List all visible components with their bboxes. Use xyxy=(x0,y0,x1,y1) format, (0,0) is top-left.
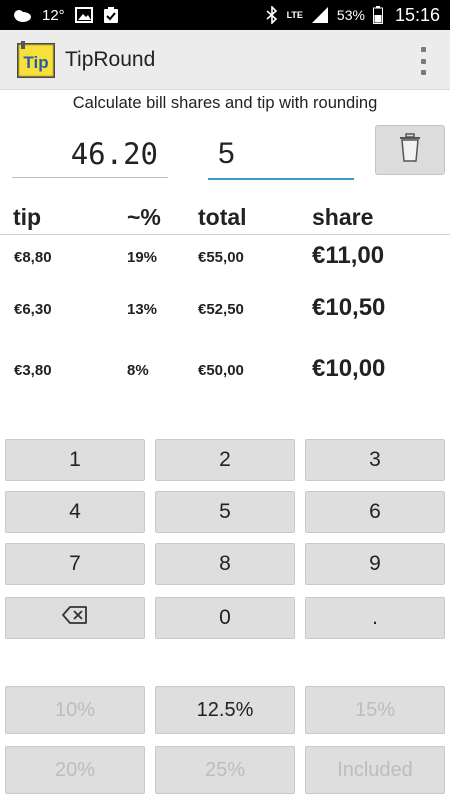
trash-icon xyxy=(398,132,422,168)
overflow-menu-icon[interactable] xyxy=(418,47,428,75)
signal-icon xyxy=(311,6,329,24)
key-9[interactable]: 9 xyxy=(305,543,445,585)
gallery-icon xyxy=(74,7,93,23)
tip-15-button[interactable]: 15% xyxy=(305,686,445,734)
clear-button[interactable] xyxy=(375,125,445,175)
backspace-button[interactable] xyxy=(5,597,145,639)
key-1[interactable]: 1 xyxy=(5,439,145,481)
row-total: €52,50 xyxy=(198,301,244,318)
tip-included-button[interactable]: Included xyxy=(305,746,445,794)
clipboard-icon xyxy=(103,6,119,24)
row-total: €50,00 xyxy=(198,362,244,379)
key-4[interactable]: 4 xyxy=(5,491,145,533)
row-percent: 19% xyxy=(127,249,158,266)
key-6[interactable]: 6 xyxy=(305,491,445,533)
clock-time: 15:16 xyxy=(394,4,440,25)
result-row[interactable]: €3,80 8% €50,00 €10,00 xyxy=(0,353,450,389)
row-share: €10,50 xyxy=(312,294,386,321)
result-row[interactable]: €6,30 13% €52,50 €10,50 xyxy=(0,292,450,328)
people-count-input[interactable] xyxy=(208,130,354,180)
key-7[interactable]: 7 xyxy=(5,543,145,585)
row-tip: €8,80 xyxy=(14,249,52,266)
weather-icon xyxy=(12,7,32,23)
tip-25-button[interactable]: 25% xyxy=(155,746,295,794)
subtitle-text: Calculate bill shares and tip with round… xyxy=(72,94,378,112)
header-percent: ~% xyxy=(127,204,161,230)
app-bar: Tip TipRound xyxy=(0,30,450,90)
tip-12-5-button[interactable]: 12.5% xyxy=(155,686,295,734)
result-row[interactable]: €8,80 19% €55,00 €11,00 xyxy=(0,240,450,276)
results-header: tip ~% total share xyxy=(0,200,450,235)
header-share: share xyxy=(312,204,374,230)
app-root: 12° LTE 53% 15:16 Tip TipRound Calculate… xyxy=(0,0,450,800)
bill-amount-input[interactable] xyxy=(12,130,168,178)
row-tip: €6,30 xyxy=(14,301,52,318)
key-5[interactable]: 5 xyxy=(155,491,295,533)
app-title: TipRound xyxy=(65,48,156,71)
battery-percent: 53% xyxy=(336,7,365,23)
row-percent: 8% xyxy=(127,362,149,379)
lte-label: LTE xyxy=(286,9,303,20)
temperature-text: 12° xyxy=(42,6,65,24)
svg-text:Tip: Tip xyxy=(23,53,48,72)
status-right: LTE 53% 15:16 xyxy=(265,0,440,30)
row-percent: 13% xyxy=(127,301,158,318)
bluetooth-icon xyxy=(265,6,279,24)
header-total: total xyxy=(198,204,247,230)
battery-icon xyxy=(372,6,383,24)
status-left: 12° xyxy=(12,0,119,30)
status-bar: 12° LTE 53% 15:16 xyxy=(0,0,450,30)
app-logo: Tip xyxy=(15,40,57,80)
backspace-icon xyxy=(62,606,88,630)
row-tip: €3,80 xyxy=(14,362,52,379)
key-3[interactable]: 3 xyxy=(305,439,445,481)
row-share: €10,00 xyxy=(312,355,386,382)
key-0[interactable]: 0 xyxy=(155,597,295,639)
key-2[interactable]: 2 xyxy=(155,439,295,481)
tip-20-button[interactable]: 20% xyxy=(5,746,145,794)
key-dot[interactable]: . xyxy=(305,597,445,639)
tip-10-button[interactable]: 10% xyxy=(5,686,145,734)
key-8[interactable]: 8 xyxy=(155,543,295,585)
header-tip: tip xyxy=(13,204,42,230)
row-total: €55,00 xyxy=(198,249,244,266)
row-share: €11,00 xyxy=(312,242,385,269)
